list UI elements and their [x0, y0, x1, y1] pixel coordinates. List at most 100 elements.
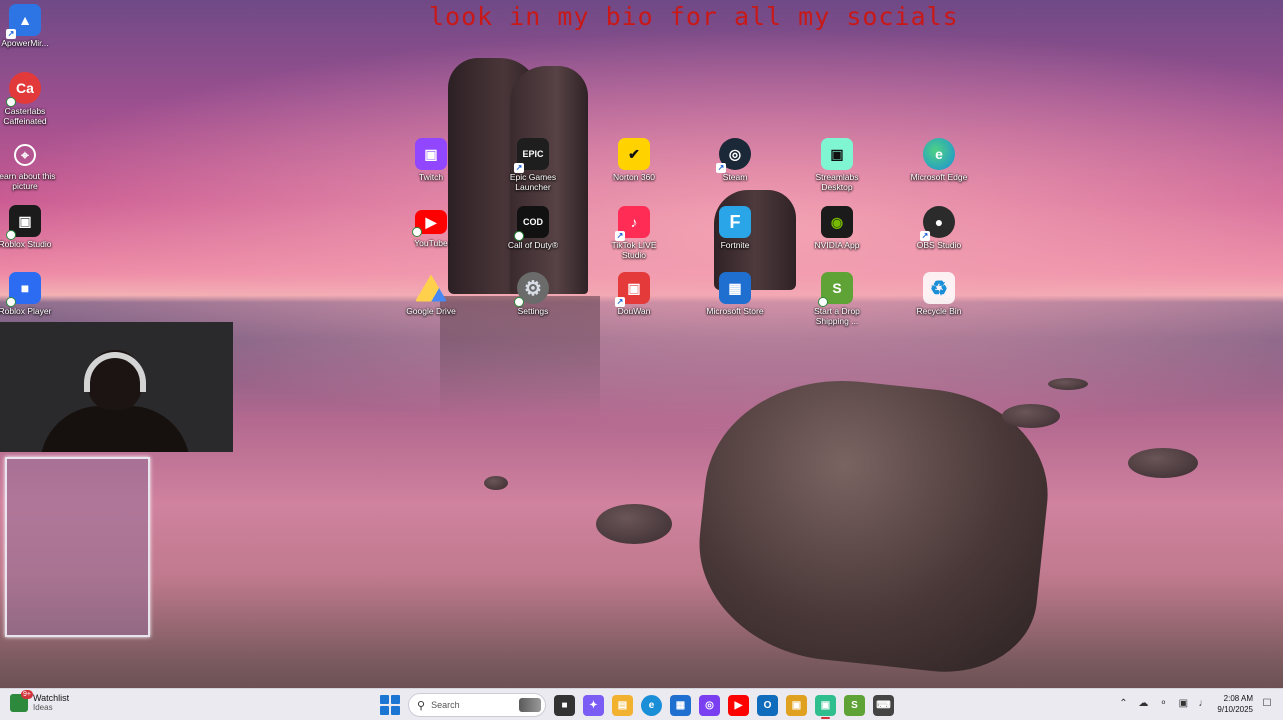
desktop-icon-recycle-bin[interactable]: ♻ Recycle Bin [906, 272, 972, 316]
store-icon: ▦ [719, 272, 751, 304]
desktop-icon-nvidia[interactable]: ◉ NVIDIA App [804, 206, 870, 250]
notification-icon[interactable]: ☐ [1261, 698, 1273, 710]
rock [1002, 404, 1060, 428]
streamlabs-icon: ▣ [821, 138, 853, 170]
outlook-icon[interactable]: O [757, 694, 778, 716]
desktop-icon-casterlabs[interactable]: Ca Casterlabs Caffeinated [0, 72, 58, 126]
epic-games-icon: EPIC ↗ [514, 138, 549, 173]
desktop-icon-label: TikTok LIVE Studio [611, 240, 657, 260]
streamer-body [40, 406, 190, 452]
desktop-icon-streamlabs[interactable]: ▣ Streamlabs Desktop [804, 138, 870, 192]
desktop-icon-douwan[interactable]: ▣ ↗ DouWan [601, 272, 667, 316]
colorful-app-icon[interactable]: ▣ [786, 694, 807, 716]
clock-date: 9/10/2025 [1217, 705, 1253, 714]
rock [596, 504, 672, 544]
network-icon[interactable]: ▣ [1177, 698, 1189, 710]
volume-icon[interactable]: ♩ [1197, 698, 1209, 710]
chevron-up-icon[interactable]: ⌃ [1117, 698, 1129, 710]
desktop-icon-settings[interactable]: ⚙ Settings [500, 272, 566, 316]
nvidia-icon: ◉ [821, 206, 853, 238]
desktop-icon-twitch[interactable]: ▣ Twitch [398, 138, 464, 182]
desktop-icon-apowermirror[interactable]: ▲ ↗ ApowerMir... [0, 4, 58, 48]
desktop-icon-steam[interactable]: ◎ ↗ Steam [702, 138, 768, 182]
tiktok-icon: ♪ ↗ [615, 206, 650, 241]
desktop-icon-label: Microsoft Edge [910, 172, 968, 182]
shopify-icon[interactable]: S [844, 694, 865, 716]
widget-title: Watchlist [33, 693, 70, 703]
purple-app-icon[interactable]: ◎ [699, 694, 720, 716]
obs-icon: ● ↗ [920, 206, 955, 241]
desktop-icon-label: OBS Studio [916, 240, 962, 250]
rock [1048, 378, 1088, 390]
rock [484, 476, 508, 490]
start-button[interactable] [380, 695, 400, 715]
shopify-icon: S [818, 272, 853, 307]
desktop-icon-youtube[interactable]: ▶ YouTube [398, 206, 464, 248]
gear-icon: ⚙ [514, 272, 549, 307]
rock [1128, 448, 1198, 478]
twitch-icon: ▣ [415, 138, 447, 170]
desktop-icon-google-drive[interactable]: ▲ Google Drive [398, 272, 464, 316]
desktop-icon-label: NVIDIA App [814, 240, 860, 250]
clock[interactable]: 2:08 AM 9/10/2025 [1217, 693, 1253, 715]
desktop-icon-label: Epic Games Launcher [509, 172, 557, 192]
widgets-button[interactable]: 9+ Watchlist Ideas [10, 689, 70, 712]
desktop: look in my bio for all my socials ▲ ↗ Apo… [0, 0, 1283, 688]
desktop-icon-label: Google Drive [406, 306, 456, 316]
search-icon: ⚲ [417, 699, 426, 712]
steam-icon: ◎ ↗ [716, 138, 751, 173]
copilot-icon[interactable]: ✦ [583, 694, 604, 716]
roblox-player-icon: ■ [6, 272, 41, 307]
widget-subtitle: Ideas [33, 703, 53, 712]
desktop-icon-roblox-studio[interactable]: ▣ Roblox Studio [0, 205, 58, 249]
onedrive-icon[interactable]: ☁ [1137, 698, 1149, 710]
desktop-icon-epic-games[interactable]: EPIC ↗ Epic Games Launcher [500, 138, 566, 192]
headset-icon [84, 352, 146, 392]
spotlight-icon: ⌖ [14, 144, 36, 166]
desktop-icon-fortnite[interactable]: F Fortnite [702, 206, 768, 250]
desktop-icon-label: Twitch [418, 172, 444, 182]
search-highlight-icon [519, 698, 541, 712]
clock-time: 2:08 AM [1223, 694, 1253, 703]
keyboard-icon[interactable]: ⌨ [873, 694, 894, 716]
taskbar-center: ⚲ Search ■ ✦ ▤ e ▦ ◎ ▶ O ▣ ▣ S ⌨ [380, 693, 894, 719]
widget-badge: 9+ [21, 689, 33, 699]
desktop-icon-learn-about-picture[interactable]: ⌖ Learn about this picture [0, 140, 58, 191]
desktop-icon-call-of-duty[interactable]: COD Call of Duty® [500, 206, 566, 250]
douwan-icon: ▣ ↗ [615, 272, 650, 307]
desktop-icon-roblox-player[interactable]: ■ Roblox Player [0, 272, 58, 316]
desktop-icon-obs[interactable]: ● ↗ OBS Studio [906, 206, 972, 250]
desktop-icon-label: Norton 360 [612, 172, 656, 182]
desktop-icon-label: Microsoft Store [706, 306, 764, 316]
desktop-icon-tiktok-live[interactable]: ♪ ↗ TikTok LIVE Studio [601, 206, 667, 260]
stream-overlay-frame [5, 457, 150, 637]
system-tray: ⌃ ☁ ⚬ ▣ ♩ 2:08 AM 9/10/2025 ☐ [1117, 693, 1273, 715]
search-box[interactable]: ⚲ Search [408, 693, 546, 717]
task-view-icon[interactable]: ■ [554, 694, 575, 716]
streamlabs-icon[interactable]: ▣ [815, 694, 836, 719]
overlay-banner-text: look in my bio for all my socials [429, 2, 959, 31]
apowermirror-icon: ▲ ↗ [6, 4, 41, 39]
call-of-duty-icon: COD [514, 206, 549, 241]
desktop-icon-label: Casterlabs Caffeinated [3, 106, 47, 126]
search-placeholder: Search [431, 700, 460, 710]
desktop-icon-microsoft-store[interactable]: ▦ Microsoft Store [702, 272, 768, 316]
desktop-icon-label: Fortnite [720, 240, 750, 250]
desktop-icon-label: Roblox Player [0, 306, 52, 316]
desktop-icon-edge[interactable]: e Microsoft Edge [906, 138, 972, 182]
youtube-icon[interactable]: ▶ [728, 694, 749, 716]
file-explorer-icon[interactable]: ▤ [612, 694, 633, 716]
desktop-icon-drop-shipping[interactable]: S Start a Drop Shipping ... [804, 272, 870, 326]
edge-icon[interactable]: e [641, 694, 662, 716]
desktop-icon-label: Steam [722, 172, 748, 182]
youtube-icon: ▶ [412, 210, 447, 237]
store-icon[interactable]: ▦ [670, 694, 691, 716]
norton-icon: ✔ [618, 138, 650, 170]
microphone-icon[interactable]: ⚬ [1157, 698, 1169, 710]
desktop-icon-norton[interactable]: ✔ Norton 360 [601, 138, 667, 182]
desktop-icon-label: Streamlabs Desktop [815, 172, 859, 192]
desktop-icon-label: Settings [517, 306, 549, 316]
desktop-icon-label: ApowerMir... [1, 38, 49, 48]
roblox-studio-icon: ▣ [6, 205, 41, 240]
google-drive-icon: ▲ [415, 274, 447, 302]
